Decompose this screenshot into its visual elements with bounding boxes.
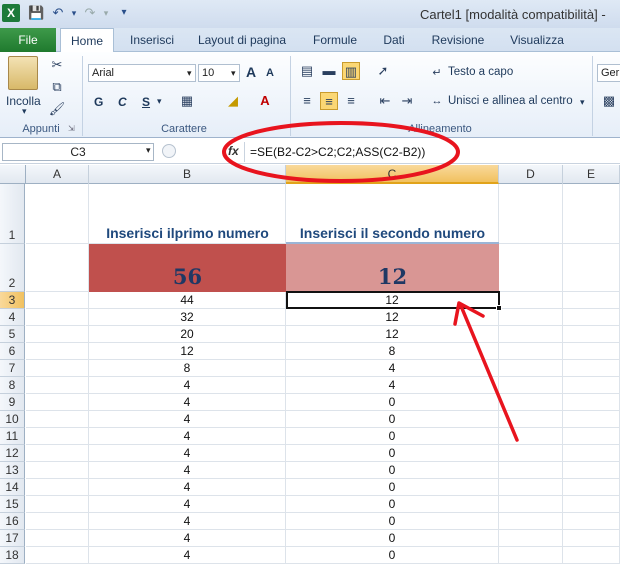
row-header[interactable]: 4 (0, 309, 25, 326)
row-header[interactable]: 10 (0, 411, 25, 428)
row-header[interactable]: 7 (0, 360, 25, 377)
row-header[interactable]: 11 (0, 428, 25, 445)
row-header[interactable]: 15 (0, 496, 25, 513)
row-header[interactable]: 14 (0, 479, 25, 496)
row-header[interactable]: 5 (0, 326, 25, 343)
row-header[interactable]: 3 (0, 292, 25, 309)
annotation-overlay (222, 121, 519, 442)
row-header[interactable]: 8 (0, 377, 25, 394)
row-header[interactable]: 2 (0, 244, 25, 292)
row-header[interactable]: 17 (0, 530, 25, 547)
row-header[interactable]: 12 (0, 445, 25, 462)
row-header[interactable]: 6 (0, 343, 25, 360)
row-header[interactable]: 13 (0, 462, 25, 479)
row-header[interactable]: 9 (0, 394, 25, 411)
row-header[interactable]: 16 (0, 513, 25, 530)
row-header[interactable]: 18 (0, 547, 25, 564)
annotation-ellipse (222, 121, 460, 183)
annotation-arrow-shaft (459, 304, 519, 442)
row-header[interactable]: 1 (0, 184, 25, 244)
